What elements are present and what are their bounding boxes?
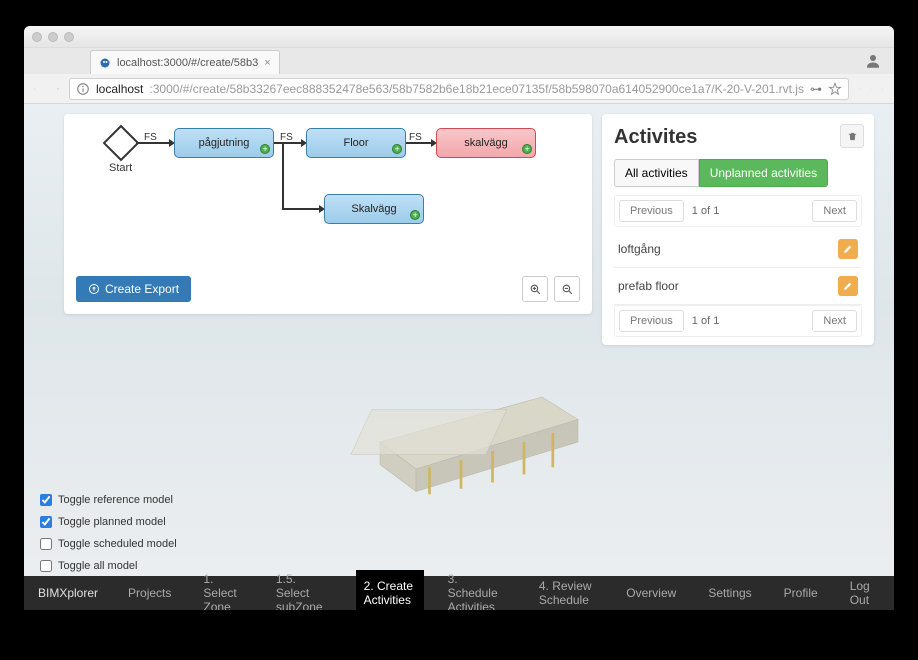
toggle-label: Toggle all model: [58, 560, 138, 572]
prev-button[interactable]: Previous: [619, 200, 684, 222]
create-export-label: Create Export: [105, 282, 179, 296]
toggle-label: Toggle scheduled model: [58, 538, 177, 550]
address-bar[interactable]: localhost :3000/#/create/58b33267eec8883…: [69, 78, 849, 100]
nav-schedule-activities[interactable]: 3. Schedule Activities: [440, 563, 515, 610]
create-export-button[interactable]: Create Export: [76, 276, 191, 302]
nav-logout[interactable]: Log Out: [842, 570, 880, 610]
window-close[interactable]: [32, 32, 42, 42]
node-floor[interactable]: Floor: [306, 128, 406, 158]
info-icon[interactable]: [76, 82, 90, 96]
activity-name: loftgång: [618, 242, 661, 256]
toggle-label: Toggle planned model: [58, 516, 166, 528]
nav-review-schedule[interactable]: 4. Review Schedule: [531, 570, 602, 610]
plus-icon[interactable]: [392, 144, 402, 154]
ext-icon-1[interactable]: [859, 82, 861, 96]
nav-profile[interactable]: Profile: [776, 577, 826, 609]
url-host: localhost: [96, 82, 143, 96]
process-diagram-panel: Start FS pågjutning FS Floor FS skalvägg…: [64, 114, 592, 314]
node-skalvagg-2[interactable]: Skalvägg: [324, 194, 424, 224]
nav-projects[interactable]: Projects: [120, 577, 179, 609]
checkbox[interactable]: [40, 560, 52, 572]
tab-all-activities[interactable]: All activities: [614, 159, 699, 187]
browser-tab[interactable]: localhost:3000/#/create/58b3 ×: [90, 50, 280, 74]
edit-activity-button[interactable]: [838, 276, 858, 296]
pager-top: Previous 1 of 1 Next: [614, 195, 862, 227]
node-pagjutning[interactable]: pågjutning: [174, 128, 274, 158]
prev-button[interactable]: Previous: [619, 310, 684, 332]
close-tab-icon[interactable]: ×: [264, 57, 270, 69]
next-button[interactable]: Next: [812, 200, 857, 222]
connector: [282, 142, 284, 208]
connector: [136, 142, 173, 144]
activity-name: prefab floor: [618, 279, 679, 293]
checkbox[interactable]: [40, 538, 52, 550]
zoom-in-button[interactable]: [522, 276, 548, 302]
connector: [406, 142, 434, 144]
panel-title: Activites: [614, 126, 862, 149]
nav-select-zone[interactable]: 1. Select Zone: [195, 563, 251, 610]
nav-select-subzone[interactable]: 1.5. Select subZone: [268, 563, 340, 610]
ext-icon-2[interactable]: [871, 82, 873, 96]
plus-icon[interactable]: [260, 144, 270, 154]
nav-create-activities[interactable]: 2. Create Activities: [356, 570, 424, 610]
bookmark-star-icon[interactable]: [828, 82, 842, 96]
activities-panel: Activites All activities Unplanned activ…: [602, 114, 874, 345]
activity-row: loftgång: [614, 231, 862, 268]
page-indicator: 1 of 1: [684, 315, 813, 327]
nav-settings[interactable]: Settings: [700, 577, 759, 609]
pager-bottom: Previous 1 of 1 Next: [614, 305, 862, 337]
menu-icon[interactable]: [882, 82, 884, 96]
bottom-nav: BIMXplorer Projects 1. Select Zone 1.5. …: [24, 576, 894, 610]
page-indicator: 1 of 1: [684, 205, 813, 217]
activity-row: prefab floor: [614, 268, 862, 305]
connector: [282, 208, 322, 210]
back-icon[interactable]: [34, 82, 36, 96]
toggle-scheduled-model[interactable]: Toggle scheduled model: [40, 538, 177, 550]
zoom-out-button[interactable]: [554, 276, 580, 302]
node-label: skalvägg: [464, 137, 507, 149]
nav-overview[interactable]: Overview: [618, 577, 684, 609]
toggle-all-model[interactable]: Toggle all model: [40, 560, 177, 572]
export-icon: [88, 283, 100, 295]
window-min[interactable]: [48, 32, 58, 42]
brand-label: BIMXplorer: [38, 586, 98, 600]
start-node-label: Start: [109, 162, 132, 174]
key-icon: ⊶: [810, 82, 822, 96]
favicon-icon: [99, 57, 111, 69]
forward-icon: [46, 82, 48, 96]
tab-unplanned-activities[interactable]: Unplanned activities: [699, 159, 828, 187]
node-label: Floor: [343, 137, 368, 149]
node-label: Skalvägg: [351, 203, 396, 215]
layer-toggle-list: Toggle reference model Toggle planned mo…: [40, 494, 177, 572]
next-button[interactable]: Next: [812, 310, 857, 332]
node-label: pågjutning: [199, 137, 250, 149]
node-skalvagg-selected[interactable]: skalvägg: [436, 128, 536, 158]
edit-activity-button[interactable]: [838, 239, 858, 259]
plus-icon[interactable]: [522, 144, 532, 154]
plus-icon[interactable]: [410, 210, 420, 220]
checkbox[interactable]: [40, 494, 52, 506]
reload-icon[interactable]: [57, 82, 59, 96]
checkbox[interactable]: [40, 516, 52, 528]
profile-avatar-icon[interactable]: [864, 52, 882, 70]
tab-title: localhost:3000/#/create/58b3: [117, 57, 258, 69]
toggle-planned-model[interactable]: Toggle planned model: [40, 516, 177, 528]
start-node[interactable]: [103, 125, 140, 162]
window-max[interactable]: [64, 32, 74, 42]
toggle-reference-model[interactable]: Toggle reference model: [40, 494, 177, 506]
delete-button[interactable]: [840, 124, 864, 148]
url-path: :3000/#/create/58b33267eec888352478e563/…: [149, 82, 804, 96]
3d-model-viewport[interactable]: [344, 324, 614, 524]
toggle-label: Toggle reference model: [58, 494, 173, 506]
